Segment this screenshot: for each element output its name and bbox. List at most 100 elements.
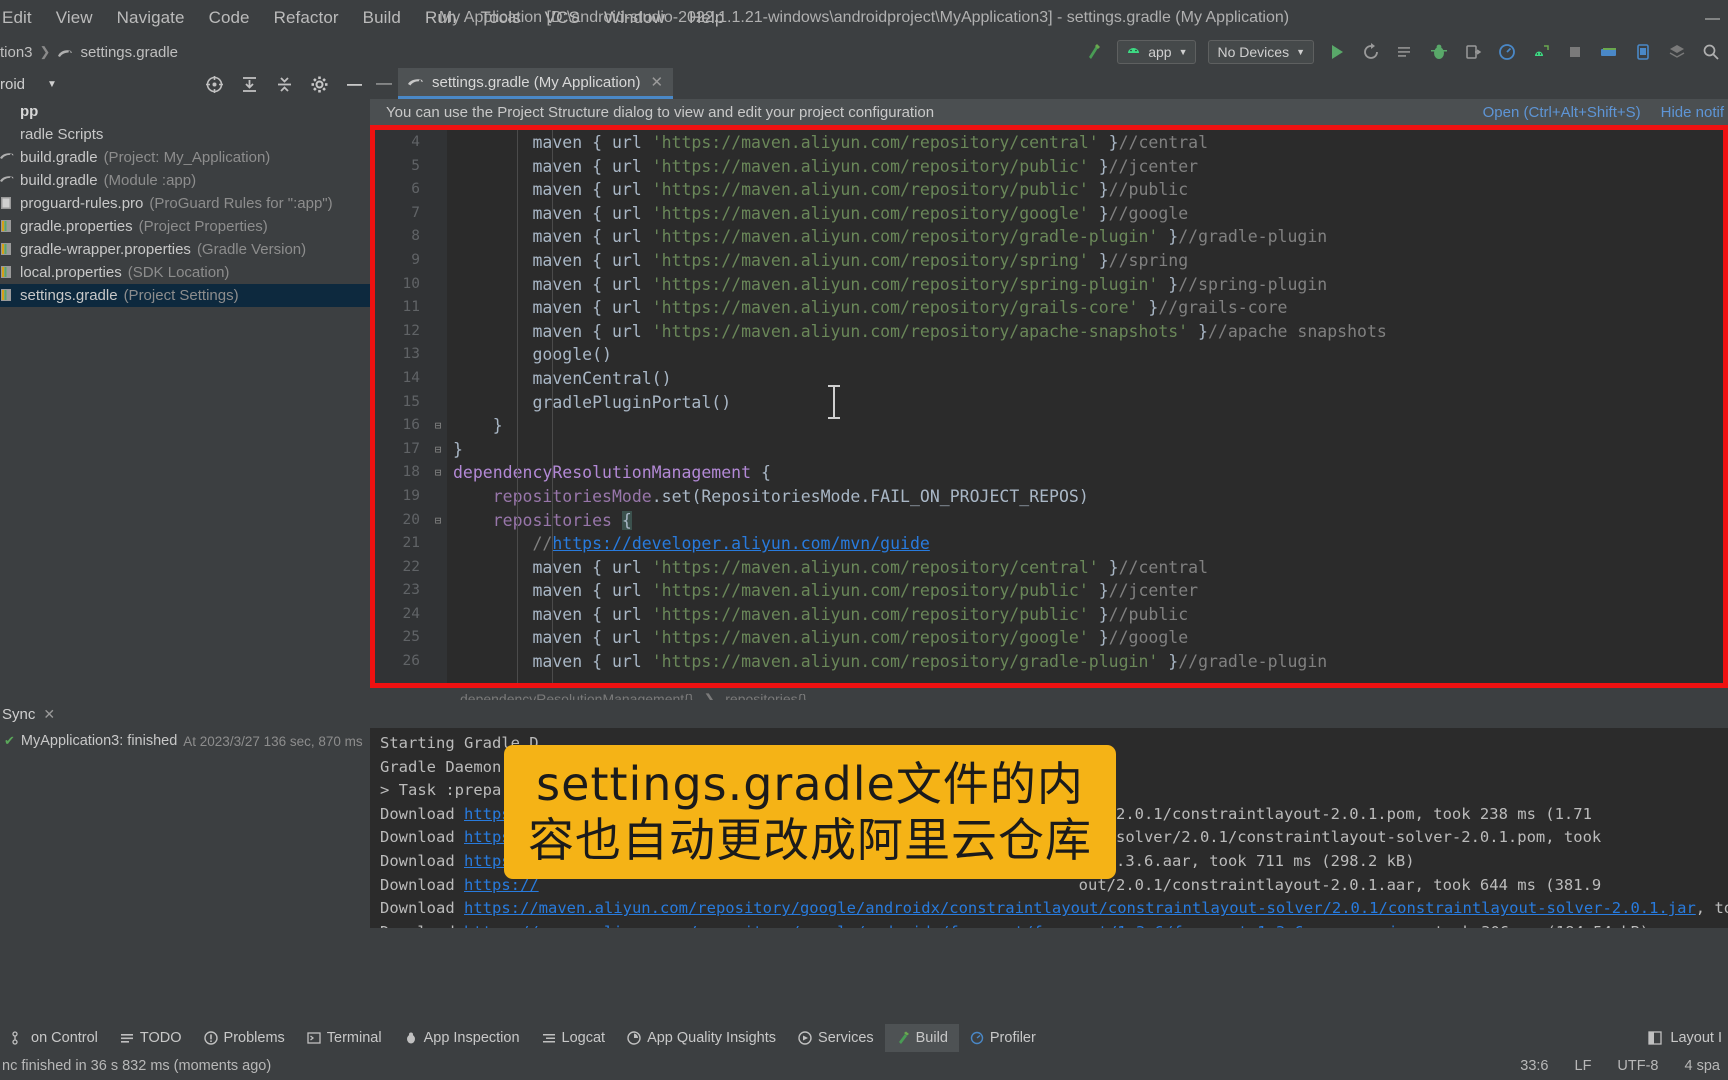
tool-tab-logcat[interactable]: Logcat [531, 1024, 617, 1052]
tree-item-app[interactable]: pp [0, 100, 370, 123]
hide-editor-icon[interactable]: — [370, 68, 398, 99]
fold-marker-collapse[interactable]: ⊟ [429, 414, 447, 438]
menu-item-window[interactable]: Window [592, 6, 677, 30]
stop-icon[interactable] [1564, 41, 1586, 63]
close-icon[interactable]: ✕ [650, 73, 663, 91]
collapse-all-icon[interactable] [275, 75, 294, 94]
download-link[interactable]: https://maven.aliyun.com/repository/goog… [464, 923, 1416, 928]
code-line: maven { url 'https://maven.aliyun.com/re… [532, 156, 1199, 176]
menu-item-edit[interactable]: Edit [0, 6, 44, 30]
tab-settings-gradle[interactable]: settings.gradle (My Application) ✕ [398, 68, 674, 99]
tree-item-settings-gradle[interactable]: settings.gradle (Project Settings) [0, 284, 370, 307]
tool-tab-terminal[interactable]: Terminal [296, 1024, 393, 1052]
code-lines[interactable]: maven { url 'https://maven.aliyun.com/re… [447, 130, 1723, 683]
tree-item-gradle-wrapper-properties[interactable]: gradle-wrapper.properties (Gradle Versio… [0, 238, 370, 261]
select-opened-file-icon[interactable] [205, 75, 224, 94]
status-bar: nc finished in 36 s 832 ms (moments ago)… [0, 1052, 1728, 1080]
project-view-label[interactable]: roid [0, 76, 25, 93]
layout-inspector-label[interactable]: Layout I [1670, 1030, 1722, 1046]
line-number: 15 [402, 393, 420, 410]
close-icon[interactable]: ✕ [43, 706, 55, 723]
code-folding-gutter[interactable]: ⊟ ⊟ ⊟ ⊟ [429, 130, 447, 683]
file-encoding[interactable]: UTF-8 [1617, 1058, 1658, 1074]
debug-icon[interactable] [1428, 41, 1450, 63]
code-line: google() [453, 345, 612, 365]
apply-changes-icon[interactable] [1394, 41, 1416, 63]
sync-task-row[interactable]: ✔ MyApplication3: finished At 2023/3/27 … [0, 730, 370, 752]
attach-debugger-icon[interactable] [1462, 41, 1484, 63]
sync-task-label: MyApplication3: finished [20, 733, 178, 749]
tree-item-proguard-rules[interactable]: proguard-rules.pro (ProGuard Rules for "… [0, 192, 370, 215]
menu-item-refactor[interactable]: Refactor [262, 6, 351, 30]
tree-item-build-gradle-project[interactable]: build.gradle (Project: My_Application) [0, 146, 370, 169]
hide-panel-icon[interactable] [345, 75, 364, 94]
chevron-down-icon[interactable]: ▼ [47, 79, 57, 90]
code-line: } [453, 416, 503, 436]
menu-item-navigate[interactable]: Navigate [105, 6, 197, 30]
menu-item-help[interactable]: Help [677, 6, 736, 30]
tool-tab-app-inspection[interactable]: App Inspection [393, 1024, 531, 1052]
menu-item-vcs[interactable]: VCS [533, 6, 592, 30]
line-number: 26 [402, 653, 420, 670]
avd-manager-icon[interactable] [1632, 41, 1654, 63]
tree-item-label: settings.gradle [20, 287, 118, 304]
code-line: maven { url 'https://maven.aliyun.com/re… [532, 274, 1328, 294]
run-configuration-selector[interactable]: app ▼ [1117, 40, 1197, 64]
sync-task-tree[interactable]: ✔ MyApplication3: finished At 2023/3/27 … [0, 728, 370, 928]
layout-inspector-icon[interactable] [1666, 41, 1688, 63]
code-line: maven { url 'https://maven.aliyun.com/re… [532, 321, 1387, 341]
fold-marker-collapse[interactable]: ⊟ [429, 461, 447, 485]
tool-tab-problems[interactable]: Problems [193, 1024, 296, 1052]
tool-tab-version-control[interactable]: on Control [0, 1024, 109, 1052]
expand-all-icon[interactable] [240, 75, 259, 94]
breadcrumb-project[interactable]: tion3 [0, 44, 33, 61]
notification-text: You can use the Project Structure dialog… [386, 103, 935, 121]
tree-item-local-properties[interactable]: local.properties (SDK Location) [0, 261, 370, 284]
menu-item-code[interactable]: Code [197, 6, 262, 30]
tool-tab-todo[interactable]: TODO [109, 1024, 193, 1052]
fold-marker [429, 343, 447, 367]
download-link[interactable]: https://maven.aliyun.com/repository/goog… [464, 899, 1696, 917]
line-number: 25 [402, 629, 420, 646]
sdk-manager-icon[interactable] [1598, 41, 1620, 63]
device-manager-icon[interactable] [1530, 41, 1552, 63]
profiler-icon[interactable] [1496, 41, 1518, 63]
properties-icon [0, 288, 14, 303]
caret-position[interactable]: 33:6 [1520, 1058, 1548, 1074]
minimize-button[interactable]: — [1705, 10, 1720, 27]
code-editor[interactable]: 4 5 6 7 8 9 10 11 12 13 14 15 16 17 18 1… [370, 125, 1728, 688]
notification-open-link[interactable]: Open (Ctrl+Alt+Shift+S) [1483, 104, 1641, 121]
notification-hide-link[interactable]: Hide notif [1661, 104, 1724, 121]
tool-tab-build[interactable]: Build [884, 1024, 959, 1052]
indent-setting[interactable]: 4 spa [1685, 1058, 1720, 1074]
tree-item-label: build.gradle [20, 172, 98, 189]
sync-task-detail: At 2023/3/27 136 sec, 870 ms [183, 733, 363, 749]
gradle-icon [0, 150, 14, 165]
gear-icon[interactable] [310, 75, 329, 94]
menu-item-build[interactable]: Build [351, 6, 413, 30]
tool-tab-app-quality-insights[interactable]: App Quality Insights [616, 1024, 787, 1052]
rerun-icon[interactable] [1360, 41, 1382, 63]
tree-item-gradle-properties[interactable]: gradle.properties (Project Properties) [0, 215, 370, 238]
breadcrumb-file[interactable]: settings.gradle [80, 44, 178, 61]
menu-item-view[interactable]: View [44, 6, 105, 30]
tab-sync[interactable]: Sync ✕ [2, 706, 55, 723]
tool-tab-label: App Quality Insights [647, 1030, 777, 1046]
tree-item-gradle-scripts[interactable]: radle Scripts [0, 123, 370, 146]
search-everywhere-icon[interactable] [1700, 41, 1722, 63]
project-tree[interactable]: pp radle Scripts build.gradle (Project: … [0, 100, 370, 790]
run-icon[interactable] [1326, 41, 1348, 63]
tool-tab-services[interactable]: Services [787, 1024, 885, 1052]
tree-item-build-gradle-module[interactable]: build.gradle (Module :app) [0, 169, 370, 192]
tool-tab-profiler[interactable]: Profiler [959, 1024, 1047, 1052]
line-number: 19 [402, 487, 420, 504]
make-project-icon[interactable] [1083, 41, 1105, 63]
device-selector[interactable]: No Devices ▼ [1208, 40, 1314, 64]
layout-inspector-icon[interactable] [1648, 1031, 1663, 1045]
fold-marker [429, 650, 447, 674]
menu-item-tools[interactable]: Tools [468, 6, 532, 30]
fold-marker-collapse[interactable]: ⊟ [429, 509, 447, 533]
menu-item-run[interactable]: Run [413, 6, 469, 30]
fold-marker-collapse[interactable]: ⊟ [429, 438, 447, 462]
line-separator[interactable]: LF [1575, 1058, 1592, 1074]
